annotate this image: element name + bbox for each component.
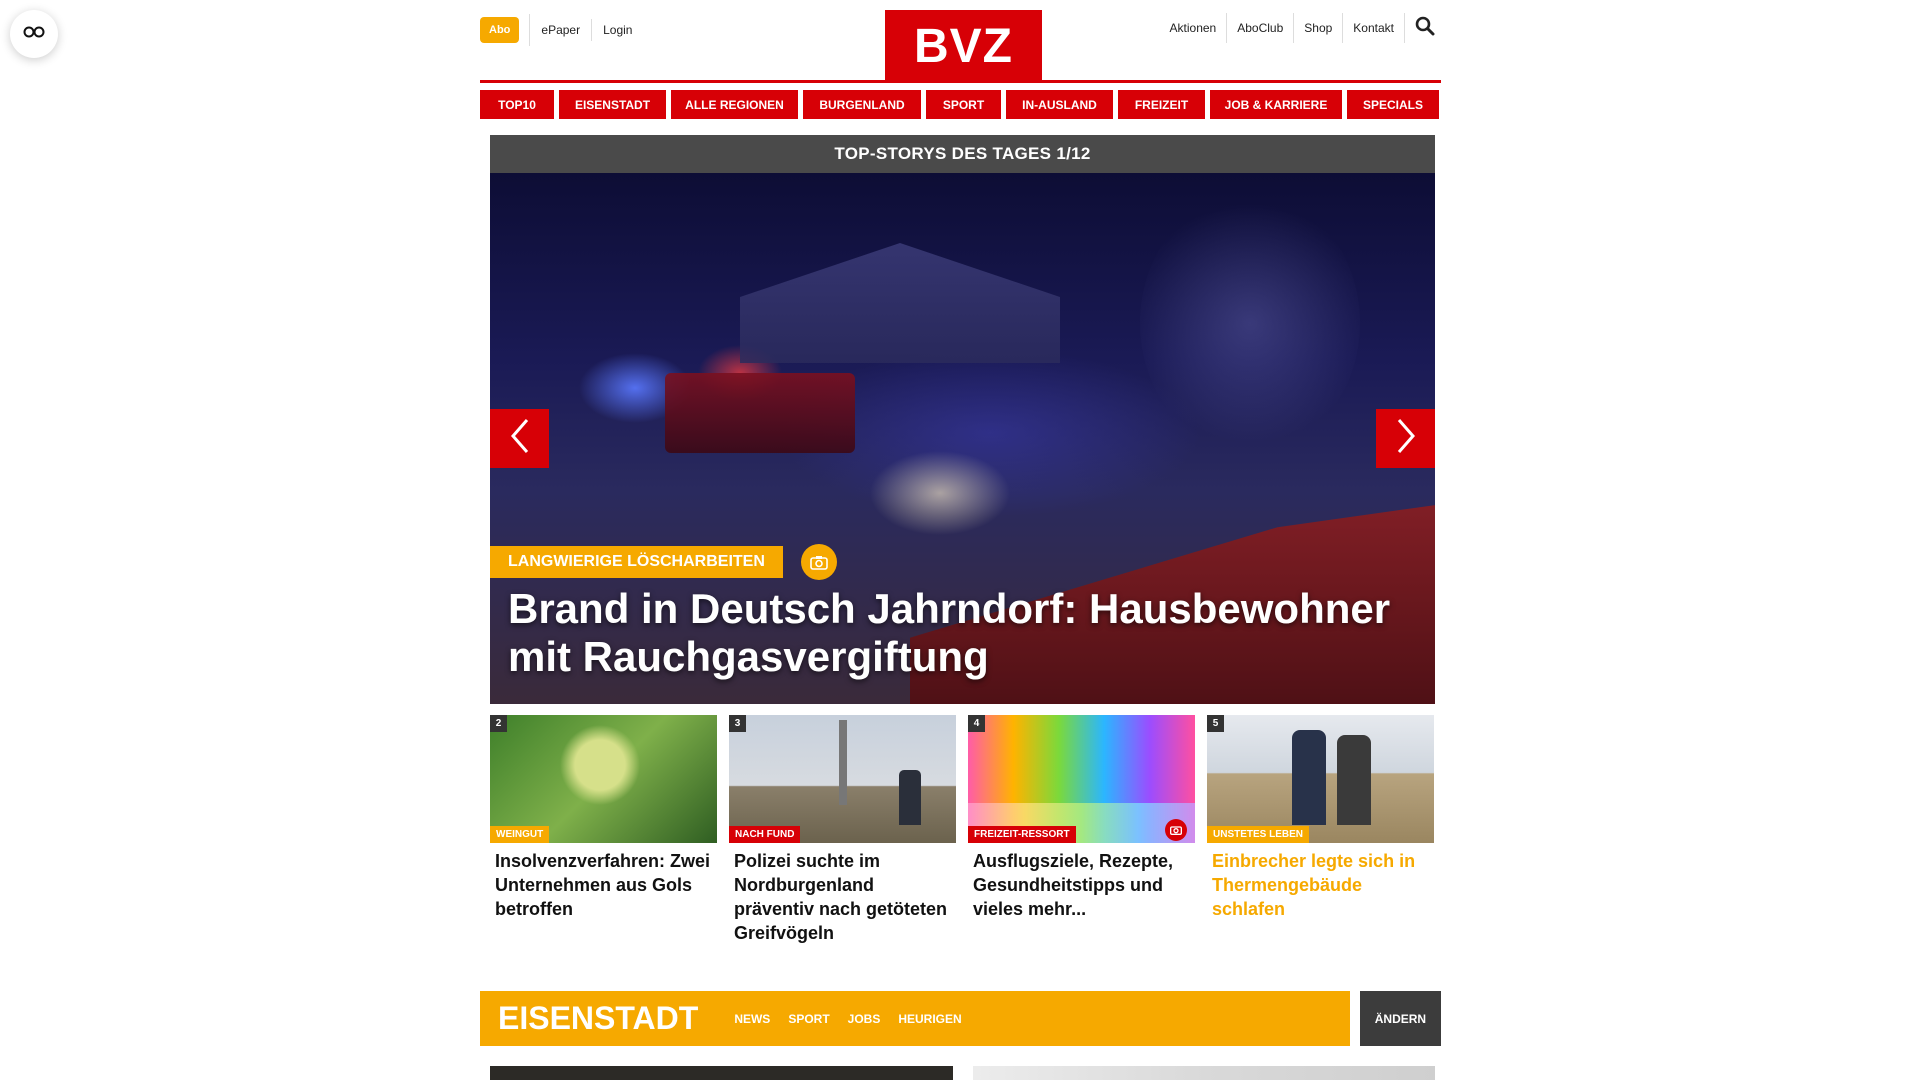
nav-item-in-ausland[interactable]: IN-AUSLAND [1006, 90, 1113, 119]
nav-item-freizeit[interactable]: FREIZEIT [1118, 90, 1205, 119]
teaser-kicker: NACH FUND [729, 826, 801, 843]
teaser-image[interactable]: 4 FREIZEIT-RESSORT [968, 715, 1195, 843]
chevron-right-icon [1396, 418, 1416, 459]
teaser-number: 5 [1207, 715, 1224, 732]
tree-shape [1140, 193, 1360, 453]
nav-item-eisenstadt[interactable]: EISENSTADT [559, 90, 666, 119]
teaser-kicker: WEINGUT [490, 826, 550, 843]
teaser-number: 4 [968, 715, 985, 732]
region-bar: EISENSTADT NEWS SPORT JOBS HEURIGEN [480, 991, 1350, 1046]
teaser-card[interactable]: 4 FREIZEIT-RESSORT Ausflugsziele, Rezept… [968, 715, 1195, 945]
hero-kicker: LANGWIERIGE LÖSCHARBEITEN [490, 546, 783, 578]
region-link-heurigen[interactable]: HEURIGEN [898, 1012, 961, 1026]
region-link-news[interactable]: NEWS [734, 1012, 770, 1026]
house-shape [740, 243, 1060, 363]
login-link[interactable]: Login [592, 19, 643, 41]
teaser-image[interactable]: 5 UNSTETES LEBEN [1207, 715, 1434, 843]
glasses-icon [23, 25, 45, 44]
hero-kicker-row: LANGWIERIGE LÖSCHARBEITEN [490, 544, 837, 580]
teaser-kicker: UNSTETES LEBEN [1207, 826, 1310, 843]
region-article-previews [490, 1066, 1435, 1080]
slider-next-button[interactable] [1376, 409, 1435, 468]
header-right-links: Aktionen AboClub Shop Kontakt [1160, 12, 1441, 44]
page-container: Abo ePaper Login BVZ Aktionen AboClub Sh… [480, 0, 1441, 1080]
epaper-link[interactable]: ePaper [530, 19, 593, 41]
hero-headline[interactable]: Brand in Deutsch Jahrndorf: Hausbewohner… [508, 585, 1408, 681]
nav-item-burgenland[interactable]: BURGENLAND [803, 90, 921, 119]
teaser-card[interactable]: 2 WEINGUT Insolvenzverfahren: Zwei Unter… [490, 715, 717, 945]
teaser-image[interactable]: 2 WEINGUT [490, 715, 717, 843]
aboclub-link[interactable]: AboClub [1227, 13, 1295, 43]
region-link-jobs[interactable]: JOBS [848, 1012, 881, 1026]
main-navigation: TOP10 EISENSTADT ALLE REGIONEN BURGENLAN… [480, 90, 1441, 119]
slider-heading: TOP-STORYS DES TAGES 1/12 [490, 135, 1435, 173]
teaser-title[interactable]: Ausflugsziele, Rezepte, Gesundheitstipps… [968, 843, 1195, 921]
region-title[interactable]: EISENSTADT [498, 1000, 698, 1037]
fire-truck-shape [665, 373, 855, 453]
teaser-card[interactable]: 3 NACH FUND Polizei suchte im Nordburgen… [729, 715, 956, 945]
region-link-sport[interactable]: SPORT [788, 1012, 829, 1026]
teaser-kicker: FREIZEIT-RESSORT [968, 826, 1076, 843]
teaser-number: 3 [729, 715, 746, 732]
article-preview-image[interactable] [490, 1066, 953, 1080]
abo-button[interactable]: Abo [480, 17, 520, 43]
nav-item-top10[interactable]: TOP10 [480, 90, 554, 119]
nav-item-sport[interactable]: SPORT [926, 90, 1001, 119]
teaser-card[interactable]: 5 UNSTETES LEBEN Einbrecher legte sich i… [1207, 715, 1434, 945]
hero-image[interactable]: LANGWIERIGE LÖSCHARBEITEN Brand in Deuts… [490, 173, 1435, 704]
change-region-button[interactable]: ÄNDERN [1359, 991, 1441, 1046]
teaser-row: 2 WEINGUT Insolvenzverfahren: Zwei Unter… [490, 715, 1435, 945]
accessibility-toggle-button[interactable] [10, 10, 58, 58]
shop-link[interactable]: Shop [1294, 13, 1344, 43]
search-icon [1415, 16, 1435, 41]
nav-item-alle-regionen[interactable]: ALLE REGIONEN [671, 90, 798, 119]
teaser-number: 2 [490, 715, 507, 732]
teaser-title[interactable]: Einbrecher legte sich in Thermengebäude … [1207, 843, 1434, 921]
nav-item-specials[interactable]: SPECIALS [1347, 90, 1439, 119]
header-left-links: Abo ePaper Login [480, 14, 643, 46]
chevron-left-icon [510, 418, 530, 459]
camera-icon [800, 544, 837, 580]
search-button[interactable] [1409, 12, 1441, 44]
teaser-image[interactable]: 3 NACH FUND [729, 715, 956, 843]
aktionen-link[interactable]: Aktionen [1160, 13, 1228, 43]
kontakt-link[interactable]: Kontakt [1343, 13, 1405, 43]
bvz-logo[interactable]: BVZ [885, 10, 1042, 83]
camera-icon [1165, 819, 1187, 841]
teaser-title[interactable]: Insolvenzverfahren: Zwei Unternehmen aus… [490, 843, 717, 921]
nav-item-job-karriere[interactable]: JOB & KARRIERE [1210, 90, 1342, 119]
top-header: Abo ePaper Login BVZ Aktionen AboClub Sh… [480, 0, 1441, 83]
teaser-title[interactable]: Polizei suchte im Nordburgenland prävent… [729, 843, 956, 945]
region-section-header: EISENSTADT NEWS SPORT JOBS HEURIGEN ÄNDE… [480, 991, 1441, 1046]
article-preview-image[interactable] [972, 1066, 1435, 1080]
slider-prev-button[interactable] [490, 409, 549, 468]
top-stories-slider: TOP-STORYS DES TAGES 1/12 LANGWIERIGE LÖ… [490, 135, 1435, 704]
